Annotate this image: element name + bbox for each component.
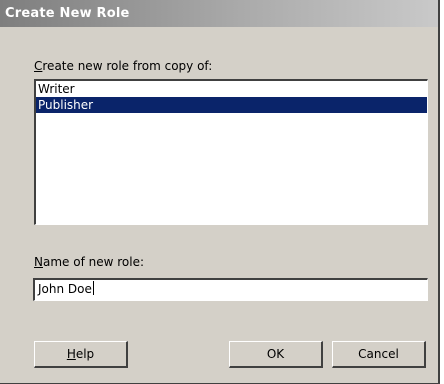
cancel-button-label: Cancel — [358, 347, 399, 361]
new-role-name-label-hotkey: N — [34, 255, 43, 269]
new-role-name-input[interactable]: John Doe — [33, 278, 428, 301]
new-role-name-label: Name of new role: — [34, 255, 144, 269]
list-item-writer[interactable]: Writer — [36, 81, 427, 97]
text-caret — [92, 281, 94, 295]
list-item-publisher[interactable]: Publisher — [36, 97, 427, 113]
help-button-hotkey: H — [66, 347, 76, 361]
list-item-label: Writer — [38, 82, 75, 96]
dialog-title-bar[interactable]: Create New Role — [0, 0, 438, 27]
copy-from-label-text: reate new role from copy of: — [42, 59, 213, 73]
new-role-name-label-text: ame of new role: — [42, 255, 144, 269]
role-copy-listbox[interactable]: Writer Publisher — [34, 79, 428, 225]
cancel-button[interactable]: Cancel — [332, 341, 426, 368]
help-button[interactable]: Help — [34, 341, 128, 368]
new-role-name-value: John Doe — [38, 282, 92, 296]
ok-button[interactable]: OK — [229, 341, 323, 368]
help-button-label: elp — [75, 347, 95, 361]
create-new-role-dialog: Create New Role Create new role from cop… — [0, 0, 440, 384]
list-item-label: Publisher — [38, 98, 94, 112]
dialog-title: Create New Role — [5, 6, 130, 21]
ok-button-label: OK — [266, 347, 285, 361]
copy-from-label: Create new role from copy of: — [34, 59, 212, 73]
